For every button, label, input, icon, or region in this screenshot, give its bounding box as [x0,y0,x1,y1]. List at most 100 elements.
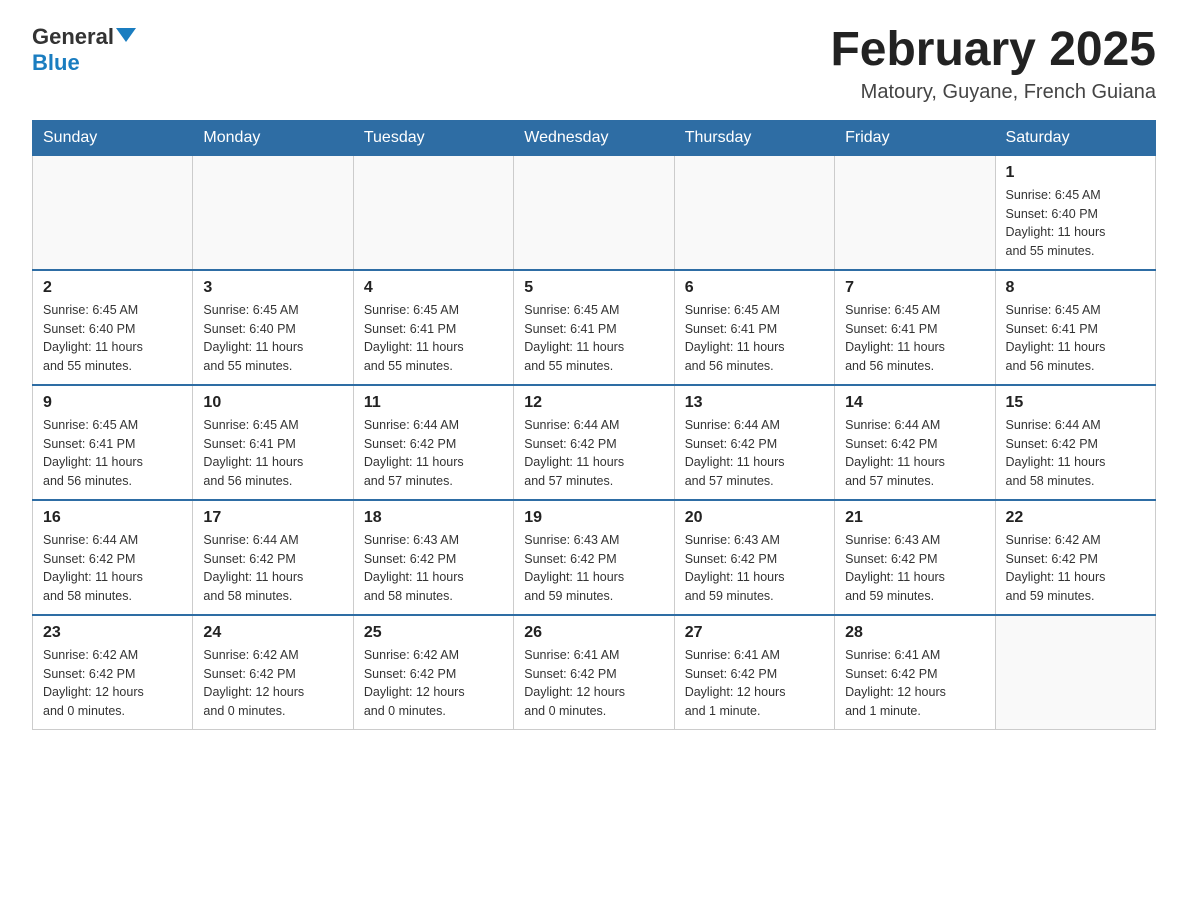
calendar-cell: 4 Sunrise: 6:45 AMSunset: 6:41 PMDaylight… [353,270,513,385]
day-info: Sunrise: 6:41 AMSunset: 6:42 PMDaylight:… [685,646,824,721]
logo-blue-text: Blue [32,50,80,75]
day-info: Sunrise: 6:44 AMSunset: 6:42 PMDaylight:… [203,531,342,606]
day-number: 21 [845,509,984,527]
day-info: Sunrise: 6:44 AMSunset: 6:42 PMDaylight:… [43,531,182,606]
weekday-header-row: SundayMondayTuesdayWednesdayThursdayFrid… [33,120,1156,155]
day-number: 11 [364,394,503,412]
day-info: Sunrise: 6:44 AMSunset: 6:42 PMDaylight:… [1006,416,1145,491]
calendar-cell: 6 Sunrise: 6:45 AMSunset: 6:41 PMDaylight… [674,270,834,385]
calendar: SundayMondayTuesdayWednesdayThursdayFrid… [32,120,1156,730]
calendar-cell: 1Sunrise: 6:45 AMSunset: 6:40 PMDaylight… [995,155,1155,270]
week-row-0: 1Sunrise: 6:45 AMSunset: 6:40 PMDaylight… [33,155,1156,270]
weekday-monday: Monday [193,120,353,155]
day-info: Sunrise: 6:42 AMSunset: 6:42 PMDaylight:… [364,646,503,721]
page: General Blue February 2025 Matoury, Guya… [0,0,1188,762]
calendar-cell: 18 Sunrise: 6:43 AMSunset: 6:42 PMDayligh… [353,500,513,615]
location-title: Matoury, Guyane, French Guiana [830,81,1156,104]
day-number: 17 [203,509,342,527]
day-number: 25 [364,624,503,642]
day-number: 18 [364,509,503,527]
calendar-cell: 7 Sunrise: 6:45 AMSunset: 6:41 PMDaylight… [835,270,995,385]
calendar-cell [193,155,353,270]
calendar-cell: 2 Sunrise: 6:45 AMSunset: 6:40 PMDaylight… [33,270,193,385]
week-row-3: 16 Sunrise: 6:44 AMSunset: 6:42 PMDayligh… [33,500,1156,615]
calendar-cell: 21 Sunrise: 6:43 AMSunset: 6:42 PMDayligh… [835,500,995,615]
calendar-cell: 11Sunrise: 6:44 AMSunset: 6:42 PMDayligh… [353,385,513,500]
day-number: 27 [685,624,824,642]
day-info: Sunrise: 6:42 AMSunset: 6:42 PMDaylight:… [203,646,342,721]
calendar-cell: 3Sunrise: 6:45 AMSunset: 6:40 PMDaylight… [193,270,353,385]
day-number: 14 [845,394,984,412]
day-info: Sunrise: 6:45 AMSunset: 6:41 PMDaylight:… [364,301,503,376]
day-number: 12 [524,394,663,412]
calendar-cell: 20 Sunrise: 6:43 AMSunset: 6:42 PMDayligh… [674,500,834,615]
calendar-cell: 15 Sunrise: 6:44 AMSunset: 6:42 PMDayligh… [995,385,1155,500]
day-info: Sunrise: 6:43 AMSunset: 6:42 PMDaylight:… [845,531,984,606]
day-info: Sunrise: 6:45 AMSunset: 6:41 PMDaylight:… [685,301,824,376]
weekday-wednesday: Wednesday [514,120,674,155]
calendar-cell [674,155,834,270]
calendar-cell: 12 Sunrise: 6:44 AMSunset: 6:42 PMDayligh… [514,385,674,500]
calendar-cell: 27 Sunrise: 6:41 AMSunset: 6:42 PMDayligh… [674,615,834,730]
calendar-cell: 26 Sunrise: 6:41 AMSunset: 6:42 PMDayligh… [514,615,674,730]
day-info: Sunrise: 6:44 AMSunset: 6:42 PMDaylight:… [524,416,663,491]
day-number: 26 [524,624,663,642]
day-info: Sunrise: 6:45 AMSunset: 6:41 PMDaylight:… [845,301,984,376]
day-number: 23 [43,624,182,642]
day-number: 24 [203,624,342,642]
calendar-cell: 9Sunrise: 6:45 AMSunset: 6:41 PMDaylight… [33,385,193,500]
calendar-cell: 8 Sunrise: 6:45 AMSunset: 6:41 PMDaylight… [995,270,1155,385]
weekday-saturday: Saturday [995,120,1155,155]
calendar-cell: 17 Sunrise: 6:44 AMSunset: 6:42 PMDayligh… [193,500,353,615]
calendar-cell: 24 Sunrise: 6:42 AMSunset: 6:42 PMDayligh… [193,615,353,730]
day-info: Sunrise: 6:45 AMSunset: 6:40 PMDaylight:… [43,301,182,376]
calendar-cell [995,615,1155,730]
day-info: Sunrise: 6:43 AMSunset: 6:42 PMDaylight:… [364,531,503,606]
logo-general-text: General [32,24,114,50]
day-info: Sunrise: 6:43 AMSunset: 6:42 PMDaylight:… [685,531,824,606]
month-title: February 2025 [830,24,1156,77]
weekday-sunday: Sunday [33,120,193,155]
weekday-thursday: Thursday [674,120,834,155]
day-number: 13 [685,394,824,412]
calendar-cell: 5Sunrise: 6:45 AMSunset: 6:41 PMDaylight… [514,270,674,385]
calendar-cell [33,155,193,270]
day-info: Sunrise: 6:43 AMSunset: 6:42 PMDaylight:… [524,531,663,606]
calendar-cell: 13 Sunrise: 6:44 AMSunset: 6:42 PMDayligh… [674,385,834,500]
week-row-2: 9 Sunrise: 6:45 AMSunset: 6:41 PMDaylight… [33,385,1156,500]
day-info: Sunrise: 6:44 AMSunset: 6:42 PMDaylight:… [685,416,824,491]
day-number: 10 [203,394,342,412]
day-info: Sunrise: 6:45 AMSunset: 6:41 PMDaylight:… [524,301,663,376]
day-number: 15 [1006,394,1145,412]
day-number: 9 [43,394,182,412]
calendar-cell: 25 Sunrise: 6:42 AMSunset: 6:42 PMDayligh… [353,615,513,730]
day-number: 19 [524,509,663,527]
calendar-cell: 10 Sunrise: 6:45 AMSunset: 6:41 PMDayligh… [193,385,353,500]
day-info: Sunrise: 6:45 AMSunset: 6:41 PMDaylight:… [203,416,342,491]
day-number: 6 [685,279,824,297]
day-info: Sunrise: 6:45 AMSunset: 6:41 PMDaylight:… [1006,301,1145,376]
logo-triangle-icon [116,28,136,42]
day-number: 16 [43,509,182,527]
calendar-cell: 19 Sunrise: 6:43 AMSunset: 6:42 PMDayligh… [514,500,674,615]
day-number: 8 [1006,279,1145,297]
day-info: Sunrise: 6:45 AMSunset: 6:40 PMDaylight:… [203,301,342,376]
day-number: 28 [845,624,984,642]
weekday-tuesday: Tuesday [353,120,513,155]
week-row-4: 23 Sunrise: 6:42 AMSunset: 6:42 PMDayligh… [33,615,1156,730]
calendar-cell: 23 Sunrise: 6:42 AMSunset: 6:42 PMDayligh… [33,615,193,730]
day-number: 4 [364,279,503,297]
day-number: 22 [1006,509,1145,527]
day-info: Sunrise: 6:41 AMSunset: 6:42 PMDaylight:… [845,646,984,721]
day-number: 1 [1006,164,1145,182]
day-number: 7 [845,279,984,297]
day-number: 2 [43,279,182,297]
title-block: February 2025 Matoury, Guyane, French Gu… [830,24,1156,104]
calendar-cell [353,155,513,270]
day-info: Sunrise: 6:42 AMSunset: 6:42 PMDaylight:… [43,646,182,721]
calendar-cell: 14 Sunrise: 6:44 AMSunset: 6:42 PMDayligh… [835,385,995,500]
weekday-friday: Friday [835,120,995,155]
day-info: Sunrise: 6:44 AMSunset: 6:42 PMDaylight:… [845,416,984,491]
day-number: 20 [685,509,824,527]
day-info: Sunrise: 6:41 AMSunset: 6:42 PMDaylight:… [524,646,663,721]
